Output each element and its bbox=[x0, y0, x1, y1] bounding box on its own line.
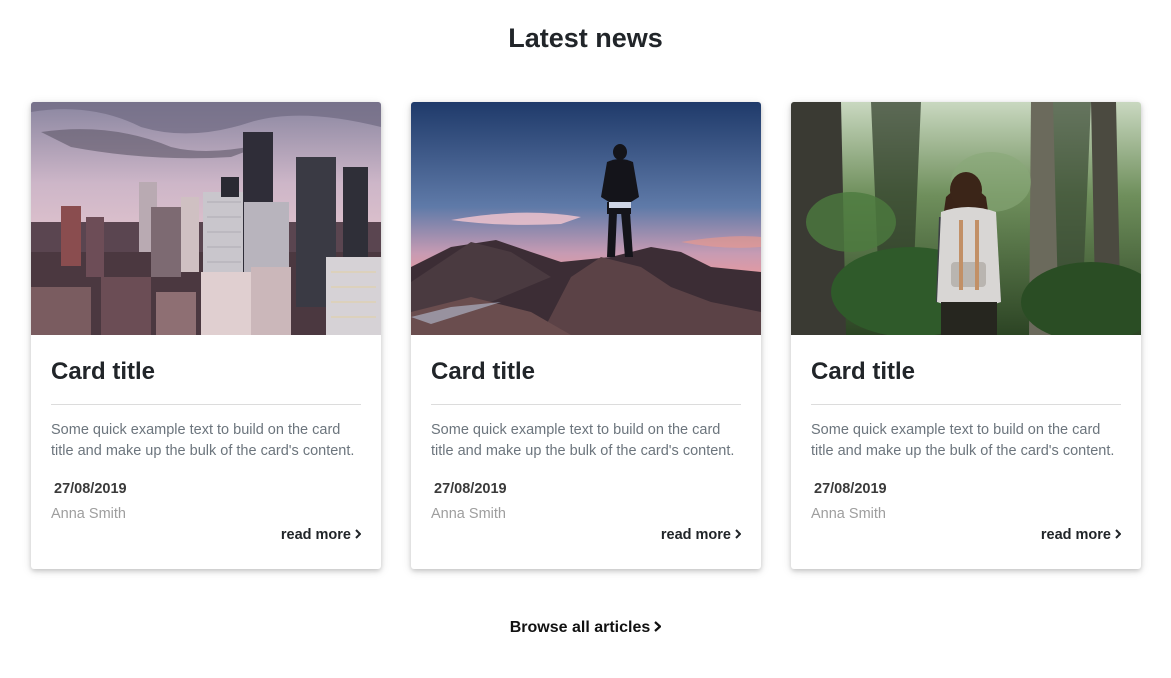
mountain-hiker-image bbox=[411, 102, 761, 335]
card-image-mountain[interactable] bbox=[411, 102, 761, 335]
news-card: Card title Some quick example text to bu… bbox=[31, 102, 381, 569]
read-more-link[interactable]: read more bbox=[1041, 525, 1121, 545]
card-title: Card title bbox=[51, 358, 156, 385]
city-skyline-image bbox=[31, 102, 381, 335]
browse-all-label: Browse all articles bbox=[509, 619, 651, 636]
news-card: Card title Some quick example text to bu… bbox=[411, 102, 761, 569]
browse-all-container: Browse all articles bbox=[0, 617, 1171, 639]
card-grid: Card title Some quick example text to bu… bbox=[31, 102, 1141, 569]
card-author: Anna Smith bbox=[431, 506, 506, 522]
read-more-label: read more bbox=[1040, 527, 1111, 543]
chevron-right-icon bbox=[654, 621, 662, 632]
browse-all-articles-link[interactable]: Browse all articles bbox=[510, 619, 662, 636]
read-more-label: read more bbox=[280, 527, 351, 543]
read-more-label: read more bbox=[660, 527, 731, 543]
news-card: Card title Some quick example text to bu… bbox=[791, 102, 1141, 569]
forest-hiker-image bbox=[791, 102, 1141, 335]
card-text: Some quick example text to build on the … bbox=[431, 422, 735, 459]
card-text: Some quick example text to build on the … bbox=[811, 422, 1115, 459]
card-date: 27/08/2019 bbox=[434, 481, 507, 497]
card-divider bbox=[811, 404, 1121, 405]
card-title: Card title bbox=[431, 358, 536, 385]
card-image-forest[interactable] bbox=[791, 102, 1141, 335]
latest-news-page: Latest news Card title Some quick exampl… bbox=[0, 0, 1171, 678]
card-divider bbox=[431, 404, 741, 405]
read-more-link[interactable]: read more bbox=[661, 525, 741, 545]
card-title: Card title bbox=[811, 358, 916, 385]
card-author: Anna Smith bbox=[51, 506, 126, 522]
card-text: Some quick example text to build on the … bbox=[51, 422, 355, 459]
section-title: Latest news bbox=[508, 23, 663, 53]
chevron-right-icon bbox=[355, 529, 361, 539]
card-date: 27/08/2019 bbox=[814, 481, 887, 497]
card-date: 27/08/2019 bbox=[54, 481, 127, 497]
chevron-right-icon bbox=[1115, 529, 1121, 539]
card-divider bbox=[51, 404, 361, 405]
chevron-right-icon bbox=[735, 529, 741, 539]
read-more-link[interactable]: read more bbox=[281, 525, 361, 545]
card-image-city[interactable] bbox=[31, 102, 381, 335]
card-author: Anna Smith bbox=[811, 506, 886, 522]
